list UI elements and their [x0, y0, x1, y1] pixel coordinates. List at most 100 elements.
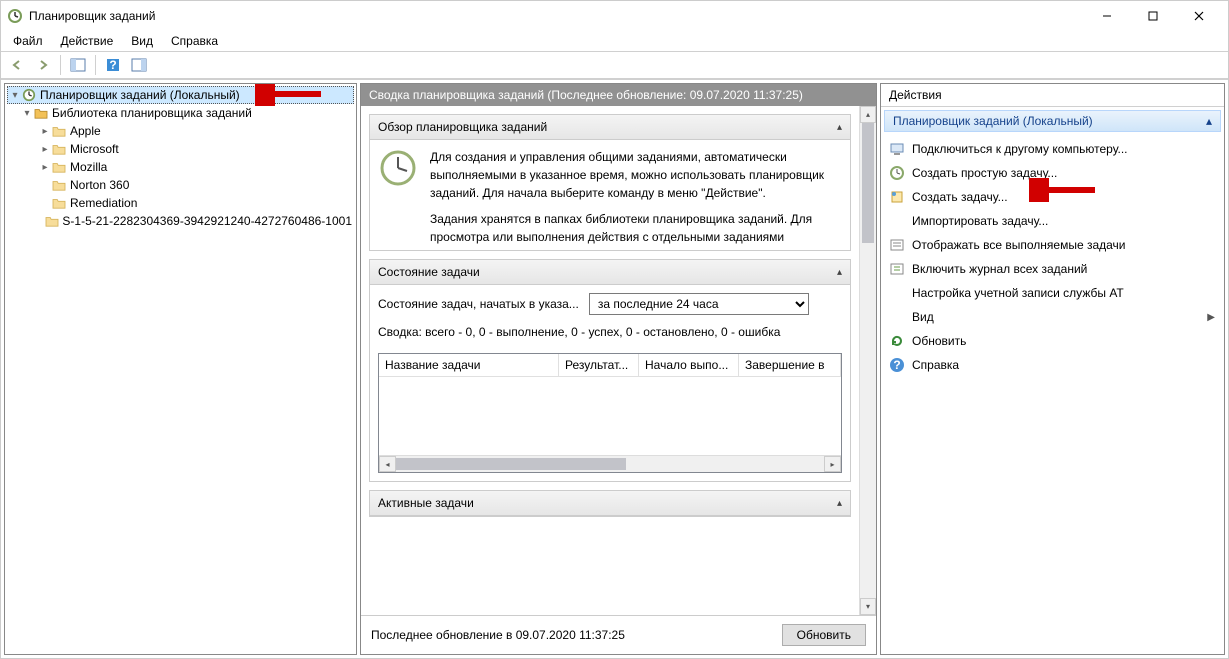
history-icon — [888, 260, 906, 278]
status-summary: Сводка: всего - 0, 0 - выполнение, 0 - у… — [378, 325, 842, 339]
action-label: Обновить — [912, 334, 1215, 348]
scroll-up-icon[interactable]: ▴ — [860, 106, 876, 123]
status-section: Состояние задачи ▴ Состояние задач, нача… — [369, 259, 851, 482]
status-period-select[interactable]: за последние 24 часа — [589, 293, 809, 315]
overview-p1: Для создания и управления общими задания… — [430, 148, 842, 202]
actions-group-header[interactable]: Планировщик заданий (Локальный) ▴ — [884, 110, 1221, 132]
col-name[interactable]: Название задачи — [379, 354, 559, 376]
tree-item-label: Mozilla — [70, 160, 107, 174]
blank-icon — [888, 284, 906, 302]
horizontal-scrollbar[interactable]: ◂ ▸ — [379, 455, 841, 472]
scrollbar-thumb[interactable] — [396, 458, 626, 470]
tree-item[interactable]: ▸Microsoft — [7, 140, 354, 158]
actions-list: Подключиться к другому компьютеру... Соз… — [881, 135, 1224, 379]
action-view[interactable]: Вид ▶ — [884, 305, 1221, 329]
action-help[interactable]: ? Справка — [884, 353, 1221, 377]
minimize-button[interactable] — [1084, 1, 1130, 31]
expand-icon[interactable]: ▸ — [39, 126, 51, 137]
tree-item[interactable]: Norton 360 — [7, 176, 354, 194]
clock-icon — [21, 87, 37, 103]
expand-icon[interactable]: ▾ — [21, 108, 33, 119]
tree-item[interactable]: S-1-5-21-2282304369-3942921240-427276048… — [7, 212, 354, 230]
menu-help[interactable]: Справка — [163, 32, 226, 50]
active-tasks-header[interactable]: Активные задачи ▴ — [370, 491, 850, 516]
action-label: Вид — [912, 310, 1201, 324]
refresh-button[interactable]: Обновить — [782, 624, 866, 646]
tree-item[interactable]: Remediation — [7, 194, 354, 212]
menu-file[interactable]: Файл — [5, 32, 51, 50]
chevron-up-icon: ▴ — [837, 498, 842, 509]
action-create-task[interactable]: Создать задачу... — [884, 185, 1221, 209]
close-button[interactable] — [1176, 1, 1222, 31]
actions-group-label: Планировщик заданий (Локальный) — [893, 114, 1093, 128]
show-hide-actions-button[interactable] — [127, 53, 151, 77]
toolbar-separator — [95, 55, 96, 75]
tree-item[interactable]: ▸ Apple — [7, 122, 354, 140]
tree-item-label: Remediation — [70, 196, 137, 210]
svg-text:?: ? — [109, 58, 116, 72]
task-icon — [888, 188, 906, 206]
chevron-up-icon: ▴ — [837, 267, 842, 278]
actions-title: Действия — [881, 84, 1224, 107]
tree-item[interactable]: ▸ Mozilla — [7, 158, 354, 176]
col-end[interactable]: Завершение в — [739, 354, 841, 376]
action-connect-computer[interactable]: Подключиться к другому компьютеру... — [884, 137, 1221, 161]
maximize-button[interactable] — [1130, 1, 1176, 31]
action-refresh[interactable]: Обновить — [884, 329, 1221, 353]
menu-view[interactable]: Вид — [123, 32, 161, 50]
tree-item-label: S-1-5-21-2282304369-3942921240-427276048… — [62, 214, 352, 228]
folder-icon — [51, 141, 67, 157]
forward-button[interactable] — [31, 53, 55, 77]
chevron-up-icon: ▴ — [837, 122, 842, 133]
action-label: Справка — [912, 358, 1215, 372]
action-show-running[interactable]: Отображать все выполняемые задачи — [884, 233, 1221, 257]
status-header[interactable]: Состояние задачи ▴ — [370, 260, 850, 285]
action-import-task[interactable]: Импортировать задачу... — [884, 209, 1221, 233]
last-update-label: Последнее обновление в 09.07.2020 11:37:… — [371, 628, 625, 642]
help-button[interactable]: ? — [101, 53, 125, 77]
svg-text:?: ? — [893, 358, 900, 372]
tree-root[interactable]: ▾ Планировщик заданий (Локальный) — [7, 86, 354, 104]
clock-large-icon — [378, 148, 420, 186]
active-tasks-section: Активные задачи ▴ — [369, 490, 851, 517]
overview-header[interactable]: Обзор планировщика заданий ▴ — [370, 115, 850, 140]
folder-icon — [51, 159, 67, 175]
action-at-account[interactable]: Настройка учетной записи службы AT — [884, 281, 1221, 305]
list-icon — [888, 236, 906, 254]
folder-icon — [51, 195, 67, 211]
action-create-basic-task[interactable]: Создать простую задачу... — [884, 161, 1221, 185]
action-enable-history[interactable]: Включить журнал всех заданий — [884, 257, 1221, 281]
tree-library[interactable]: ▾ Библиотека планировщика заданий — [7, 104, 354, 122]
center-pane: Сводка планировщика заданий (Последнее о… — [360, 83, 877, 655]
menu-action[interactable]: Действие — [53, 32, 122, 50]
folder-icon — [51, 123, 67, 139]
menu-bar: Файл Действие Вид Справка — [1, 31, 1228, 51]
back-button[interactable] — [5, 53, 29, 77]
main-area: ▾ Планировщик заданий (Локальный) ▾ Библ… — [1, 79, 1228, 658]
scroll-down-icon[interactable]: ▾ — [860, 598, 876, 615]
show-hide-tree-button[interactable] — [66, 53, 90, 77]
col-result[interactable]: Результат... — [559, 354, 639, 376]
center-body: Обзор планировщика заданий ▴ Для создани… — [361, 106, 859, 615]
action-label: Создать задачу... — [912, 190, 1215, 204]
scroll-right-icon[interactable]: ▸ — [824, 456, 841, 472]
tree-item-label: Apple — [70, 124, 101, 138]
window-title: Планировщик заданий — [29, 9, 1084, 23]
expand-icon[interactable]: ▸ — [39, 144, 51, 155]
refresh-icon — [888, 332, 906, 350]
folder-icon — [45, 213, 59, 229]
blank-icon — [888, 212, 906, 230]
center-header: Сводка планировщика заданий (Последнее о… — [361, 84, 876, 106]
tree[interactable]: ▾ Планировщик заданий (Локальный) ▾ Библ… — [5, 84, 356, 232]
scroll-left-icon[interactable]: ◂ — [379, 456, 396, 472]
vertical-scrollbar[interactable]: ▴ ▾ — [859, 106, 876, 615]
expand-icon[interactable]: ▾ — [9, 90, 21, 101]
submenu-arrow-icon: ▶ — [1207, 312, 1215, 323]
expand-icon[interactable]: ▸ — [39, 162, 51, 173]
scrollbar-thumb[interactable] — [862, 123, 874, 243]
task-table-body — [379, 377, 841, 455]
overview-section: Обзор планировщика заданий ▴ Для создани… — [369, 114, 851, 251]
library-icon — [33, 105, 49, 121]
col-start[interactable]: Начало выпо... — [639, 354, 739, 376]
overview-title: Обзор планировщика заданий — [378, 120, 547, 134]
